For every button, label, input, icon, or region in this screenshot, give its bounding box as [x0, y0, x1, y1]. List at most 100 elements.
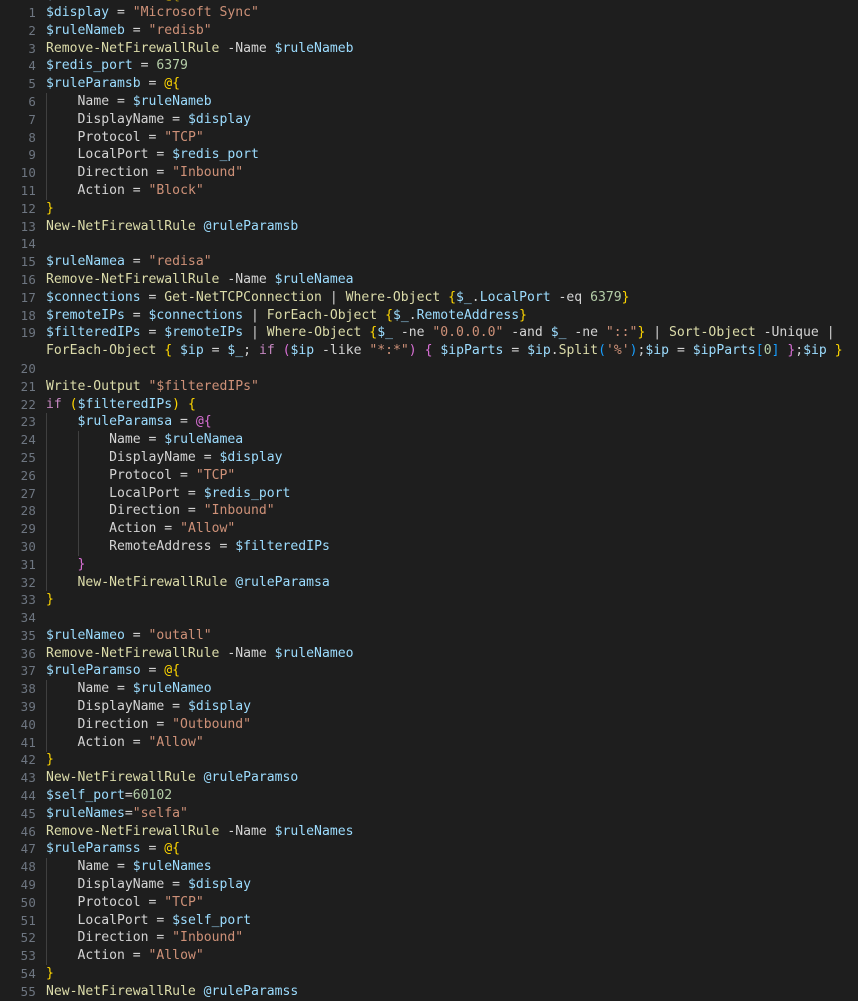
- code-text[interactable]: RemoteAddress = $filteredIPs: [46, 538, 330, 556]
- code-text[interactable]: }: [46, 751, 54, 769]
- code-text[interactable]: Direction = "Inbound": [46, 164, 244, 182]
- code-line[interactable]: 15 $ruleNamea = "redisa": [0, 253, 858, 271]
- code-text[interactable]: $ruleParamss = @{: [46, 840, 180, 858]
- code-line[interactable]: 14: [0, 235, 858, 253]
- code-text[interactable]: Write-Output "$filteredIPs": [46, 378, 259, 396]
- code-line[interactable]: 41 Action = "Allow": [0, 734, 858, 752]
- code-text[interactable]: Action = "Allow": [46, 520, 235, 538]
- code-text[interactable]: if ($filteredIPs) {: [46, 396, 196, 414]
- code-text[interactable]: Protocol = "TCP": [46, 129, 204, 147]
- code-text[interactable]: Name = $ruleNamea: [46, 431, 243, 449]
- code-text[interactable]: Remove-NetFirewallRule -Name $ruleNameb: [46, 40, 353, 58]
- code-line[interactable]: 16 Remove-NetFirewallRule -Name $ruleName…: [0, 271, 858, 289]
- code-line[interactable]: 33}: [0, 591, 858, 609]
- code-line[interactable]: 52 Direction = "Inbound": [0, 929, 858, 947]
- code-text[interactable]: New-NetFirewallRule @ruleParamss: [46, 983, 298, 1001]
- code-text[interactable]: $remoteIPs = $connections | ForEach-Obje…: [46, 307, 527, 325]
- code-line[interactable]: 1 $display = "Microsoft Sync": [0, 4, 858, 22]
- code-text[interactable]: $display = "Microsoft Sync": [46, 4, 259, 22]
- code-text[interactable]: New-NetFirewallRule @ruleParamso: [46, 769, 298, 787]
- code-line[interactable]: 22 if ($filteredIPs) {: [0, 396, 858, 414]
- code-line[interactable]: 35 $ruleNameo = "outall": [0, 627, 858, 645]
- code-text[interactable]: New-NetFirewallRule @ruleParamsa: [46, 574, 330, 592]
- code-line[interactable]: 19 $filteredIPs = $remoteIPs | Where-Obje…: [0, 324, 858, 342]
- code-text[interactable]: Direction = "Inbound": [46, 502, 275, 520]
- code-text[interactable]: $ruleNames="selfa": [46, 805, 188, 823]
- code-line[interactable]: 30 RemoteAddress = $filteredIPs: [0, 538, 858, 556]
- code-text[interactable]: Action = "Allow": [46, 947, 204, 965]
- code-text[interactable]: DisplayName = $display: [46, 111, 251, 129]
- code-line[interactable]: 8 Protocol = "TCP": [0, 129, 858, 147]
- code-text[interactable]: ForEach-Object { $ip = $_; if ($ip -like…: [46, 342, 843, 360]
- code-line[interactable]: 38 Name = $ruleNameo: [0, 680, 858, 698]
- code-text[interactable]: Protocol = "TCP": [46, 467, 235, 485]
- code-line[interactable]: 29 Action = "Allow": [0, 520, 858, 538]
- code-text[interactable]: DisplayName = $display: [46, 698, 251, 716]
- code-text[interactable]: $self_port=60102: [46, 787, 172, 805]
- code-text[interactable]: Action = "Block": [46, 182, 204, 200]
- code-line[interactable]: 40 Direction = "Outbound": [0, 716, 858, 734]
- code-text[interactable]: $connections = Get-NetTCPConnection | Wh…: [46, 289, 630, 307]
- code-line[interactable]: 25 DisplayName = $display: [0, 449, 858, 467]
- code-line[interactable]: 10 Direction = "Inbound": [0, 164, 858, 182]
- code-line[interactable]: 51 LocalPort = $self_port: [0, 912, 858, 930]
- code-text[interactable]: LocalPort = $self_port: [46, 912, 251, 930]
- code-line[interactable]: 31 }: [0, 556, 858, 574]
- code-line[interactable]: 47 $ruleParamss = @{: [0, 840, 858, 858]
- code-line[interactable]: 49 DisplayName = $display: [0, 876, 858, 894]
- code-text[interactable]: $ruleParamso = @{: [46, 662, 180, 680]
- code-line[interactable]: 42}: [0, 751, 858, 769]
- code-line[interactable]: 6 Name = $ruleNameb: [0, 93, 858, 111]
- code-line[interactable]: 3 Remove-NetFirewallRule -Name $ruleNameb: [0, 40, 858, 58]
- code-line[interactable]: 53 Action = "Allow": [0, 947, 858, 965]
- code-line[interactable]: 44 $self_port=60102: [0, 787, 858, 805]
- code-text[interactable]: $ruleNamea = "redisa": [46, 253, 212, 271]
- code-line[interactable]: 46 Remove-NetFirewallRule -Name $ruleName…: [0, 823, 858, 841]
- code-line[interactable]: 13 New-NetFirewallRule @ruleParamsb: [0, 218, 858, 236]
- code-text[interactable]: Name = $ruleNameb: [46, 93, 212, 111]
- code-editor[interactable]: 0 $ruleParamss = @{ 1$display = "Microso…: [0, 0, 858, 999]
- code-text[interactable]: }: [46, 200, 54, 218]
- code-line[interactable]: 12}: [0, 200, 858, 218]
- code-line[interactable]: 5 $ruleParamsb = @{: [0, 75, 858, 93]
- code-text[interactable]: Direction = "Inbound": [46, 929, 244, 947]
- code-line[interactable]: 48 Name = $ruleNames: [0, 858, 858, 876]
- code-line[interactable]: 34: [0, 609, 858, 627]
- code-text[interactable]: $filteredIPs = $remoteIPs | Where-Object…: [46, 324, 835, 342]
- code-line[interactable]: 9 LocalPort = $redis_port: [0, 146, 858, 164]
- code-line[interactable]: 11 Action = "Block": [0, 182, 858, 200]
- code-line[interactable]: 54}: [0, 965, 858, 983]
- code-text[interactable]: $ruleParamsb = @{: [46, 75, 180, 93]
- code-text[interactable]: Name = $ruleNames: [46, 858, 212, 876]
- code-line[interactable]: 4 $redis_port = 6379: [0, 57, 858, 75]
- code-line[interactable]: 36 Remove-NetFirewallRule -Name $ruleName…: [0, 645, 858, 663]
- code-line[interactable]: 39 DisplayName = $display: [0, 698, 858, 716]
- code-text[interactable]: Remove-NetFirewallRule -Name $ruleNamea: [46, 271, 353, 289]
- code-line[interactable]: 37 $ruleParamso = @{: [0, 662, 858, 680]
- code-text[interactable]: LocalPort = $redis_port: [46, 146, 259, 164]
- code-line[interactable]: 50 Protocol = "TCP": [0, 894, 858, 912]
- code-line[interactable]: 21 Write-Output "$filteredIPs": [0, 378, 858, 396]
- code-text[interactable]: Remove-NetFirewallRule -Name $ruleNames: [46, 823, 353, 841]
- code-line[interactable]: 55 New-NetFirewallRule @ruleParamss: [0, 983, 858, 1001]
- code-text[interactable]: Protocol = "TCP": [46, 894, 204, 912]
- code-text[interactable]: Remove-NetFirewallRule -Name $ruleNameo: [46, 645, 353, 663]
- code-text[interactable]: Direction = "Outbound": [46, 716, 251, 734]
- code-line[interactable]: ForEach-Object { $ip = $_; if ($ip -like…: [0, 342, 858, 360]
- code-line[interactable]: 7 DisplayName = $display: [0, 111, 858, 129]
- code-line[interactable]: 45 $ruleNames="selfa": [0, 805, 858, 823]
- code-text[interactable]: $ruleParamsa = @{: [46, 413, 212, 431]
- code-text[interactable]: $redis_port = 6379: [46, 57, 188, 75]
- code-line[interactable]: 27 LocalPort = $redis_port: [0, 485, 858, 503]
- code-line[interactable]: 23 $ruleParamsa = @{: [0, 413, 858, 431]
- code-text[interactable]: }: [46, 556, 86, 574]
- code-rows[interactable]: 1 $display = "Microsoft Sync" 2 $ruleNameb …: [0, 4, 858, 1001]
- code-text[interactable]: $ruleNameb = "redisb": [46, 22, 212, 40]
- code-text[interactable]: Name = $ruleNameo: [46, 680, 212, 698]
- code-line[interactable]: 20: [0, 360, 858, 378]
- code-line[interactable]: 24 Name = $ruleNamea: [0, 431, 858, 449]
- code-line[interactable]: 28 Direction = "Inbound": [0, 502, 858, 520]
- code-text[interactable]: $ruleNameo = "outall": [46, 627, 212, 645]
- code-text[interactable]: Action = "Allow": [46, 734, 204, 752]
- code-text[interactable]: }: [46, 591, 54, 609]
